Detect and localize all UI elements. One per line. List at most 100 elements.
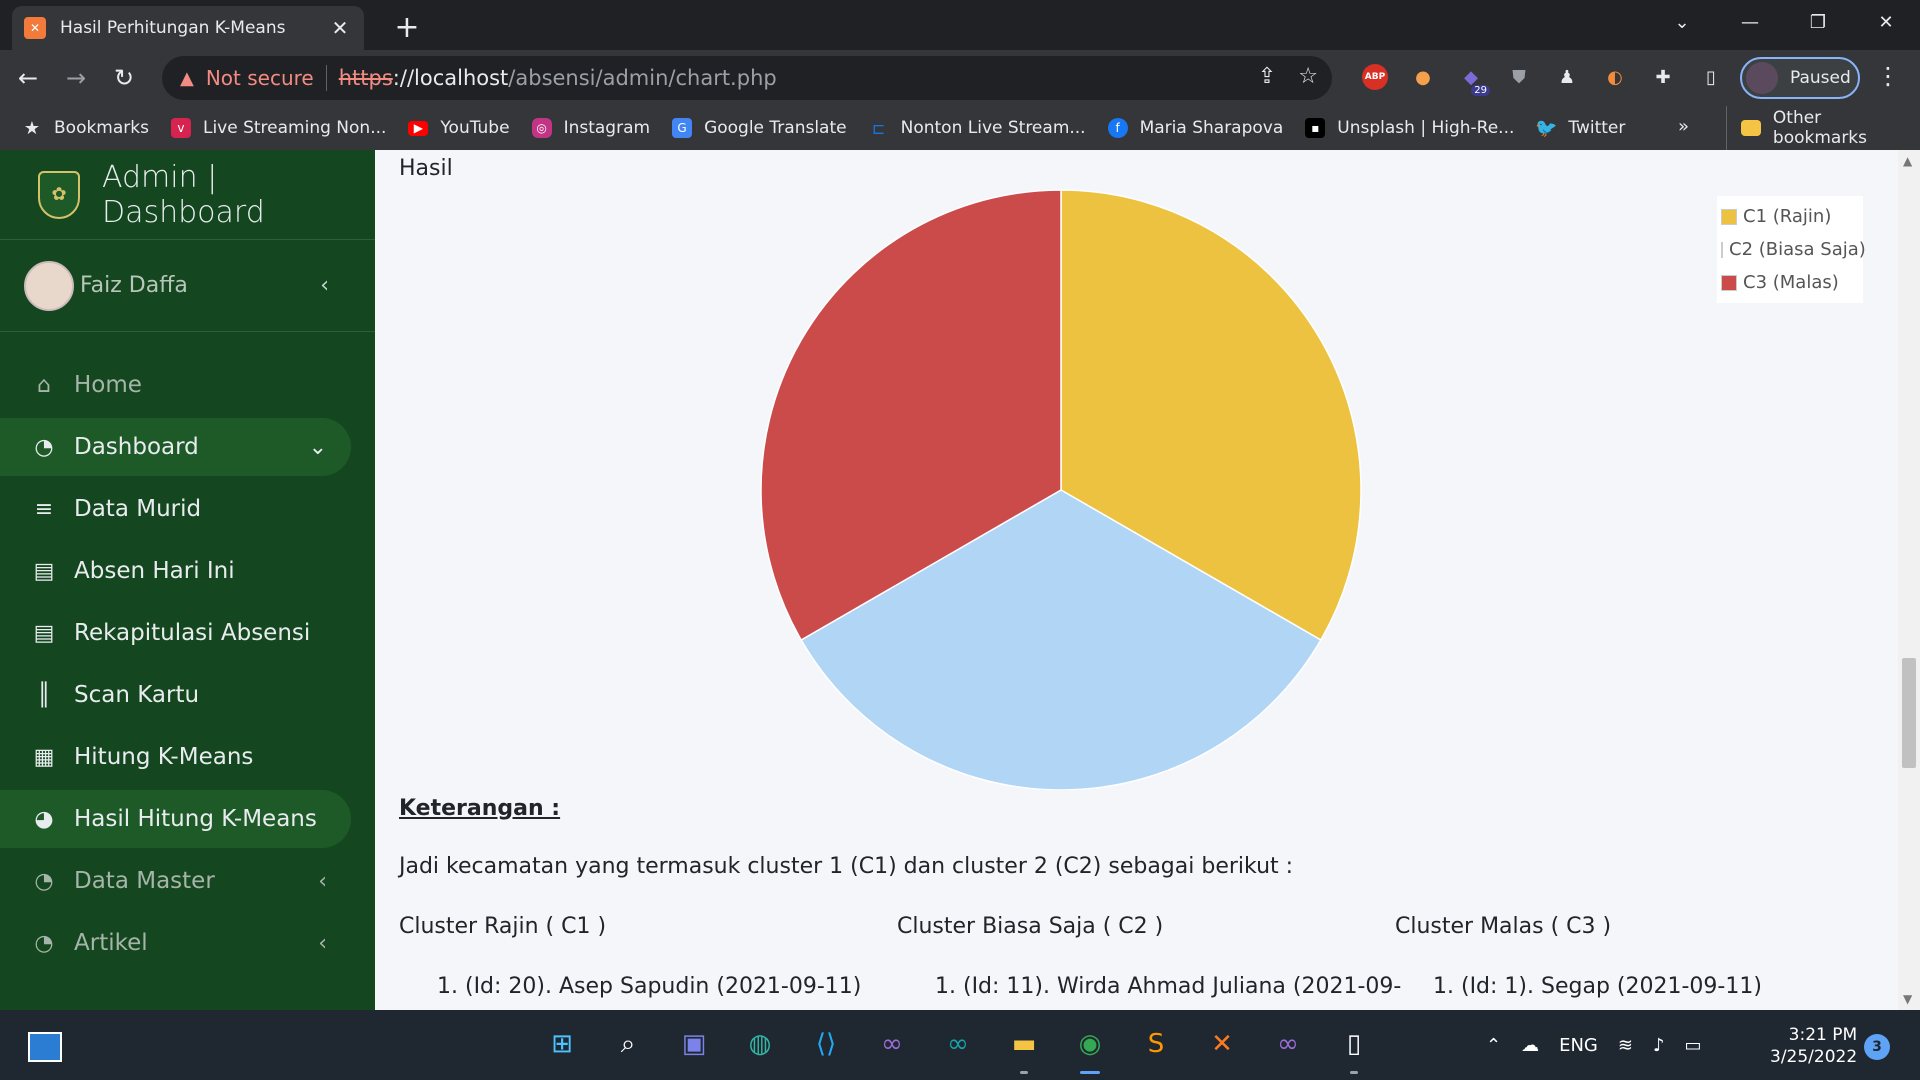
- onedrive-icon[interactable]: ☁: [1521, 1035, 1539, 1056]
- browser-toolbar: ← → ↻ ▲ Not secure https ://localhost /a…: [0, 50, 1920, 106]
- bookmark-item[interactable]: G Google Translate: [672, 118, 847, 138]
- forward-icon[interactable]: →: [56, 58, 96, 98]
- cluster-heading-c3: Cluster Malas ( C3 ): [1395, 914, 1612, 939]
- sidebar-item-hitung-kmeans[interactable]: ▦ Hitung K-Means: [0, 728, 351, 786]
- extension-hat-icon[interactable]: ◆ 29: [1454, 60, 1490, 96]
- extension-orange-icon[interactable]: ◐: [1598, 60, 1632, 94]
- sidebar-item-data-murid[interactable]: ≡ Data Murid: [0, 480, 351, 538]
- extension-person-icon[interactable]: ♟: [1550, 60, 1584, 94]
- calculator-icon: ▦: [33, 744, 55, 770]
- legend-swatch: [1721, 241, 1723, 258]
- sidebar-item-artikel[interactable]: ◔ Artikel ‹: [0, 914, 351, 972]
- battery-icon[interactable]: ▭: [1684, 1035, 1701, 1056]
- bookmark-item[interactable]: ▪ Unsplash | High-Re...: [1305, 118, 1514, 138]
- visual-studio-icon[interactable]: ∞: [1266, 1022, 1310, 1066]
- sidebar-nav: ⌂ Home ◔ Dashboard ⌄ ≡ Data Murid ▤ Absen Har…: [0, 332, 375, 972]
- extension-bottle-icon[interactable]: ●: [1406, 60, 1440, 94]
- profile-button[interactable]: Paused: [1740, 57, 1860, 99]
- visual-studio-icon[interactable]: ∞: [870, 1022, 914, 1066]
- notepad-icon[interactable]: ▯: [1332, 1022, 1376, 1074]
- scrollbar[interactable]: ▲ ▼: [1898, 150, 1920, 1010]
- file-explorer-icon[interactable]: ▬: [1002, 1022, 1046, 1074]
- notification-badge[interactable]: 3: [1864, 1034, 1890, 1060]
- folder-icon: [1741, 120, 1761, 136]
- close-window-icon[interactable]: ✕: [1852, 0, 1920, 44]
- chevron-left-icon[interactable]: ‹: [320, 273, 329, 298]
- dashboard-icon: ◔: [34, 930, 54, 956]
- teams-chat-icon[interactable]: ▣: [672, 1022, 716, 1066]
- bookmark-item[interactable]: 🐦 Twitter: [1535, 118, 1625, 139]
- cluster-heading-c2: Cluster Biasa Saja ( C2 ): [897, 914, 1164, 939]
- bookmark-item[interactable]: v Live Streaming Non...: [170, 118, 386, 138]
- language-indicator[interactable]: ENG: [1559, 1035, 1598, 1056]
- bookmark-item[interactable]: ★ Bookmarks: [22, 118, 149, 139]
- browser-tab[interactable]: ✕ Hasil Perhitungan K-Means ✕: [12, 6, 364, 50]
- pie-chart: [760, 189, 1362, 790]
- bookmark-item[interactable]: ⊏ Nonton Live Stream...: [869, 118, 1086, 138]
- chrome-icon[interactable]: ◉: [1068, 1022, 1112, 1074]
- dashboard-icon: ◔: [34, 434, 54, 460]
- new-tab-button[interactable]: +: [392, 10, 422, 45]
- school-logo-icon: ✿: [38, 170, 80, 219]
- avatar: [24, 260, 74, 311]
- bookmark-item[interactable]: f Maria Sharapova: [1107, 118, 1283, 138]
- widgets-icon[interactable]: [28, 1032, 62, 1062]
- restore-icon[interactable]: ❐: [1784, 0, 1852, 44]
- volume-icon[interactable]: ♪: [1653, 1035, 1665, 1056]
- puzzle-icon[interactable]: ✚: [1646, 60, 1680, 94]
- share-icon[interactable]: ⇪: [1258, 64, 1276, 89]
- scroll-up-icon[interactable]: ▲: [1903, 154, 1912, 168]
- arduino-icon[interactable]: ∞: [936, 1022, 980, 1066]
- unsplash-icon: ▪: [1305, 118, 1326, 138]
- scroll-down-icon[interactable]: ▼: [1903, 992, 1912, 1006]
- user-panel[interactable]: Faiz Daffa ‹: [0, 240, 375, 332]
- tab-title: Hasil Perhitungan K-Means: [60, 18, 286, 38]
- shield-icon[interactable]: ⛊: [1502, 60, 1536, 94]
- legend-swatch: [1721, 208, 1737, 225]
- start-icon[interactable]: ⊞: [540, 1022, 584, 1066]
- taskbar-apps: ⊞ ⌕ ▣ ◍ ⟨⟩ ∞ ∞ ▬ ◉ S ✕ ∞ ▯: [540, 1022, 1376, 1074]
- legend-label: C2 (Biasa Saja): [1729, 239, 1866, 260]
- security-status[interactable]: Not secure: [206, 66, 314, 90]
- search-icon[interactable]: ⌕: [606, 1022, 650, 1066]
- description-text: Jadi kecamatan yang termasuk cluster 1 (…: [399, 854, 1294, 879]
- legend-item: C1 (Rajin): [1721, 200, 1859, 233]
- bookmark-star-icon[interactable]: ☆: [1298, 64, 1318, 89]
- brand-title: Admin | Dashboard: [101, 159, 265, 230]
- bookmark-item[interactable]: ▶ YouTube: [408, 118, 510, 138]
- minimize-icon[interactable]: —: [1716, 0, 1784, 44]
- sidebar-item-hasil-kmeans[interactable]: ◕ Hasil Hitung K-Means: [0, 790, 351, 848]
- warning-icon[interactable]: ▲: [180, 68, 194, 89]
- edge-icon[interactable]: ◍: [738, 1022, 782, 1066]
- sidebar-item-dashboard[interactable]: ◔ Dashboard ⌄: [0, 418, 351, 476]
- close-tab-icon[interactable]: ✕: [328, 16, 352, 40]
- back-icon[interactable]: ←: [8, 58, 48, 98]
- brand[interactable]: ✿ Admin | Dashboard: [0, 150, 375, 240]
- more-menu-icon[interactable]: ⋮: [1876, 62, 1900, 90]
- sidebar: ✿ Admin | Dashboard Faiz Daffa ‹ ⌂ Home ◔…: [0, 150, 375, 1010]
- xampp-icon[interactable]: ✕: [1200, 1022, 1244, 1066]
- tab-search-icon[interactable]: ⌄: [1648, 0, 1716, 44]
- adblock-plus-icon[interactable]: ABP: [1358, 60, 1392, 94]
- sidebar-item-absen-hari-ini[interactable]: ▤ Absen Hari Ini: [0, 542, 351, 600]
- chevron-up-icon[interactable]: ⌃: [1486, 1035, 1501, 1056]
- sidebar-item-rekapitulasi[interactable]: ▤ Rekapitulasi Absensi: [0, 604, 351, 662]
- scrollbar-thumb[interactable]: [1902, 658, 1916, 768]
- side-panel-icon[interactable]: ▯: [1694, 60, 1728, 94]
- bookmarks-bar: ★ Bookmarks v Live Streaming Non... ▶ YouTu…: [0, 106, 1920, 150]
- system-tray: ⌃ ☁ ENG ≋ ♪ ▭: [1486, 1010, 1702, 1080]
- wifi-icon[interactable]: ≋: [1618, 1035, 1633, 1056]
- vscode-icon[interactable]: ⟨⟩: [804, 1022, 848, 1066]
- sidebar-item-data-master[interactable]: ◔ Data Master ‹: [0, 852, 351, 910]
- other-bookmarks[interactable]: Other bookmarks: [1726, 106, 1920, 150]
- sublime-icon[interactable]: S: [1134, 1022, 1178, 1066]
- address-bar[interactable]: ▲ Not secure https ://localhost /absensi…: [162, 56, 1332, 100]
- sidebar-item-scan-kartu[interactable]: ║ Scan Kartu: [0, 666, 351, 724]
- sidebar-item-home[interactable]: ⌂ Home: [0, 356, 351, 414]
- reload-icon[interactable]: ↻: [104, 58, 144, 98]
- clock[interactable]: 3:21 PM 3/25/2022: [1770, 1024, 1857, 1068]
- bookmarks-overflow-icon[interactable]: »: [1678, 116, 1689, 137]
- instagram-icon: ◎: [531, 118, 552, 138]
- bookmark-item[interactable]: ◎ Instagram: [531, 118, 650, 138]
- tab-strip: ✕ Hasil Perhitungan K-Means ✕ + ⌄ — ❐ ✕: [0, 0, 1920, 50]
